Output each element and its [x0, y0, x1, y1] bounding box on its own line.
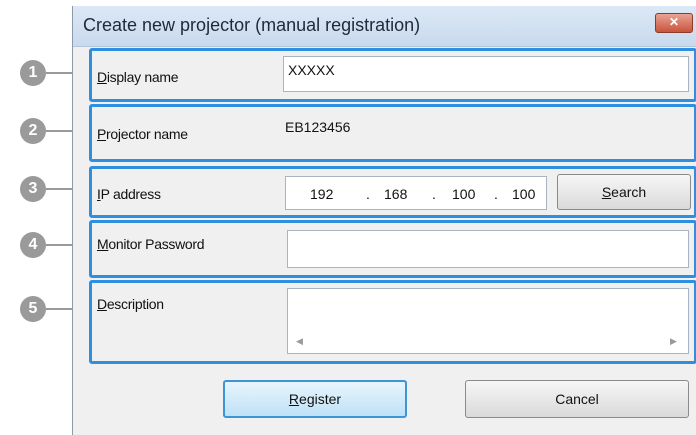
ip-separator-1: .: [366, 186, 370, 202]
display-name-label: Display name: [97, 69, 179, 85]
callout-5: 5: [20, 296, 46, 322]
callout-2: 2: [20, 118, 46, 144]
close-icon: ✕: [668, 15, 680, 29]
description-label: Description: [97, 296, 164, 312]
ip-address-label: IP address: [97, 186, 161, 202]
scroll-left-icon[interactable]: ◀: [296, 336, 303, 347]
callout-1: 1: [20, 60, 46, 86]
register-button[interactable]: Register: [223, 380, 407, 418]
scroll-right-icon[interactable]: ▶: [670, 336, 677, 347]
search-button[interactable]: Search: [557, 174, 691, 210]
create-projector-dialog: Create new projector (manual registratio…: [72, 6, 696, 435]
display-name-value: XXXXX: [288, 62, 335, 78]
projector-name-label: Projector name: [97, 126, 188, 142]
ip-address-input[interactable]: 192 . 168 . 100 . 100: [285, 176, 547, 210]
ip-octet-2: 168: [384, 186, 408, 202]
cancel-button[interactable]: Cancel: [465, 380, 689, 418]
description-textarea[interactable]: ◀ ▶: [287, 288, 689, 354]
close-button[interactable]: ✕: [655, 13, 693, 33]
dialog-title: Create new projector (manual registratio…: [83, 15, 421, 35]
ip-separator-3: .: [494, 186, 498, 202]
dialog-titlebar: Create new projector (manual registratio…: [73, 6, 696, 47]
ip-octet-1: 192: [310, 186, 334, 202]
ip-separator-2: .: [432, 186, 436, 202]
ip-octet-3: 100: [452, 186, 476, 202]
monitor-password-input[interactable]: [287, 230, 689, 268]
monitor-password-label: Monitor Password: [97, 236, 205, 252]
ip-octet-4: 100: [512, 186, 536, 202]
projector-name-value-field: EB123456: [281, 114, 581, 144]
display-name-input[interactable]: XXXXX: [283, 56, 689, 92]
callout-4: 4: [20, 232, 46, 258]
callout-3: 3: [20, 176, 46, 202]
projector-name-value: EB123456: [285, 119, 351, 135]
